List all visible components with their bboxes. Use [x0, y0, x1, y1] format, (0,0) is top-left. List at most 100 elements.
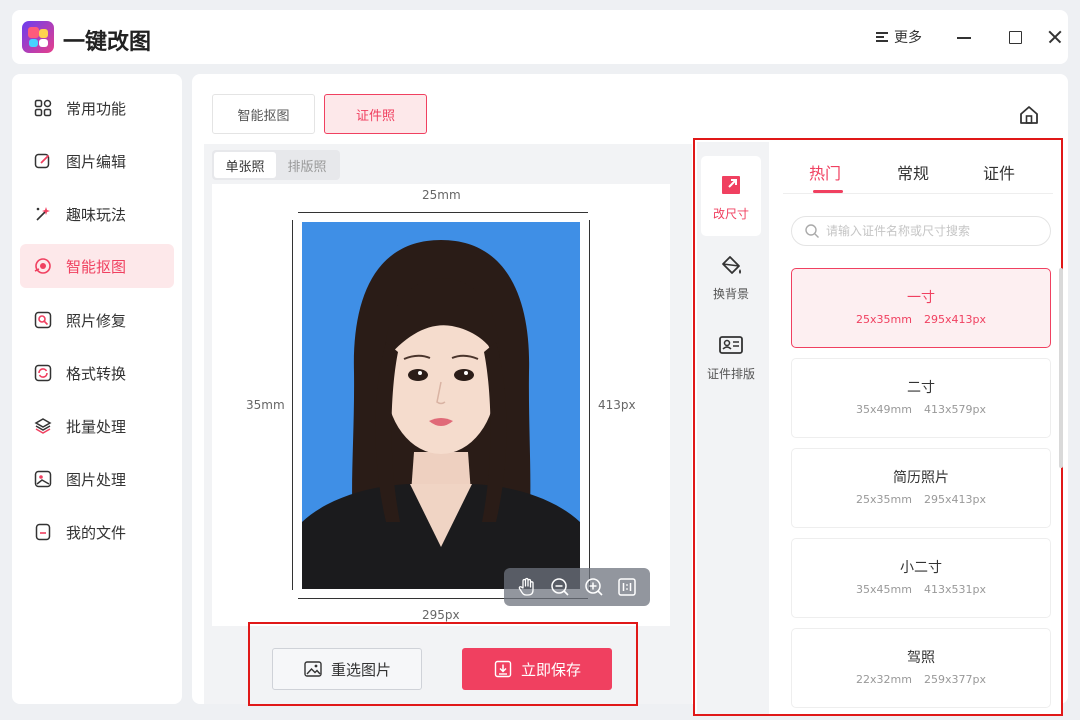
title-bar: 一键改图 更多: [12, 10, 1068, 64]
right-guide-line: [589, 220, 590, 590]
tab-layout-photo[interactable]: 排版照: [276, 152, 338, 178]
sidebar-item-label: 智能抠图: [66, 257, 127, 276]
reselect-label: 重选图片: [330, 660, 391, 679]
tab-regular[interactable]: 常规: [897, 160, 929, 184]
id-photo-preview: [302, 222, 580, 589]
home-icon[interactable]: [1018, 104, 1040, 126]
hand-pan-icon[interactable]: [516, 576, 538, 598]
tool-resize[interactable]: 改尺寸: [701, 156, 761, 236]
app-logo-icon: [22, 21, 54, 53]
sidebar-item-label: 图片编辑: [66, 152, 127, 171]
sidebar-item-label: 趣味玩法: [66, 205, 127, 224]
tab-single-photo[interactable]: 单张照: [214, 152, 276, 178]
tool-label: 证件排版: [706, 366, 755, 381]
tool-label: 改尺寸: [712, 206, 749, 221]
action-buttons-group: 重选图片 立即保存: [248, 622, 638, 706]
actual-size-icon[interactable]: [616, 576, 638, 598]
tab-id-photo[interactable]: 证件照: [324, 94, 427, 134]
tool-label: 换背景: [712, 286, 749, 301]
zoom-out-icon[interactable]: [549, 576, 571, 598]
size-card[interactable]: 二寸 35x49mm 413x579px: [791, 358, 1051, 438]
repair-icon: [34, 311, 52, 329]
edit-icon: [34, 152, 52, 170]
more-label: 更多: [894, 30, 922, 46]
zoom-in-icon[interactable]: [583, 576, 605, 598]
size-spec: 25x35mm 295x413px: [856, 313, 986, 326]
tool-column: 改尺寸 换背景 证件排版: [697, 142, 769, 714]
minimize-icon[interactable]: [954, 27, 974, 47]
reselect-image-button[interactable]: 重选图片: [272, 648, 422, 690]
sidebar-item-label: 批量处理: [66, 417, 127, 436]
sidebar-item-repair[interactable]: 照片修复: [20, 298, 174, 342]
photo-canvas: 25mm 35mm 413px 295px: [212, 184, 670, 626]
size-name: 二寸: [907, 380, 935, 396]
size-spec: 22x32mm 259x377px: [856, 673, 986, 686]
app-title: 一键改图: [63, 30, 152, 55]
download-icon: [494, 660, 512, 678]
tab-hot[interactable]: 热门: [809, 160, 841, 184]
sidebar-item-image-process[interactable]: 图片处理: [20, 457, 174, 501]
sidebar-item-label: 图片处理: [66, 470, 127, 489]
more-button[interactable]: 更多: [876, 27, 922, 47]
category-tabs: 热门 常规 证件: [783, 150, 1053, 194]
work-area: 单张照 排版照 25mm 35mm 413px 295px: [204, 144, 692, 704]
sidebar-item-edit[interactable]: 图片编辑: [20, 139, 174, 183]
menu-icon: [876, 31, 888, 43]
size-spec: 35x49mm 413x579px: [856, 403, 986, 416]
top-guide-line: [298, 212, 588, 213]
sidebar: 常用功能 图片编辑 趣味玩法 智能抠图 照片修复 格式转换 批量处理 图片处理 …: [12, 74, 182, 704]
size-settings-panel: 改尺寸 换背景 证件排版 热门 常规 证件 请输入证件名称或尺寸搜索 一寸 25…: [693, 138, 1063, 716]
app-window: 一键改图 更多 常用功能 图片编辑 趣味玩法 智能抠图 照片修复 格式转换 批量…: [0, 0, 1080, 720]
magic-icon: [34, 205, 52, 223]
size-name: 简历照片: [893, 470, 949, 486]
search-input[interactable]: [826, 224, 1036, 238]
sidebar-item-batch[interactable]: 批量处理: [20, 404, 174, 448]
width-mm-label: 25mm: [422, 188, 461, 202]
tab-certificate[interactable]: 证件: [983, 160, 1015, 184]
tab-smart-cutout[interactable]: 智能抠图: [212, 94, 315, 134]
layers-icon: [34, 417, 52, 435]
size-card[interactable]: 简历照片 25x35mm 295x413px: [791, 448, 1051, 528]
zoom-toolbar: [504, 568, 650, 606]
size-list-scrollbar[interactable]: [1059, 268, 1063, 468]
size-card[interactable]: 驾照 22x32mm 259x377px: [791, 628, 1051, 708]
sidebar-item-cutout[interactable]: 智能抠图: [20, 244, 174, 288]
sidebar-item-label: 照片修复: [66, 311, 127, 330]
save-label: 立即保存: [520, 660, 581, 679]
sidebar-item-convert[interactable]: 格式转换: [20, 351, 174, 395]
tool-id-layout[interactable]: 证件排版: [701, 316, 761, 396]
size-spec: 35x45mm 413x531px: [856, 583, 986, 596]
sidebar-item-common[interactable]: 常用功能: [20, 86, 174, 130]
main-panel: 智能抠图 证件照 单张照 排版照 25mm 35mm 413px 295px 重…: [192, 74, 1068, 716]
convert-icon: [34, 364, 52, 382]
size-name: 一寸: [907, 290, 935, 306]
size-card[interactable]: 一寸 25x35mm 295x413px: [791, 268, 1051, 348]
sidebar-item-label: 我的文件: [66, 523, 127, 542]
size-name: 驾照: [907, 650, 935, 666]
id-card-icon: [719, 335, 743, 354]
height-px-label: 413px: [598, 398, 636, 412]
cutout-icon: [34, 257, 52, 275]
left-guide-line: [292, 220, 293, 590]
maximize-icon[interactable]: [1005, 27, 1025, 47]
photo-type-switch: 单张照 排版照: [212, 150, 340, 180]
grid-icon: [34, 99, 52, 117]
file-icon: [34, 523, 52, 541]
size-name: 小二寸: [900, 560, 942, 576]
sidebar-item-fun[interactable]: 趣味玩法: [20, 192, 174, 236]
width-px-label: 295px: [422, 608, 460, 622]
image-icon: [34, 470, 52, 488]
search-icon: [805, 224, 819, 238]
tool-change-background[interactable]: 换背景: [701, 236, 761, 316]
size-spec: 25x35mm 295x413px: [856, 493, 986, 506]
resize-icon: [722, 175, 740, 194]
close-icon[interactable]: [1045, 27, 1065, 47]
paint-bucket-icon: [722, 255, 741, 274]
sidebar-item-label: 常用功能: [66, 99, 127, 118]
active-tab-indicator: [813, 190, 843, 193]
height-mm-label: 35mm: [246, 398, 285, 412]
size-search-box[interactable]: [791, 216, 1051, 246]
size-card[interactable]: 小二寸 35x45mm 413x531px: [791, 538, 1051, 618]
save-now-button[interactable]: 立即保存: [462, 648, 612, 690]
sidebar-item-my-files[interactable]: 我的文件: [20, 510, 174, 554]
